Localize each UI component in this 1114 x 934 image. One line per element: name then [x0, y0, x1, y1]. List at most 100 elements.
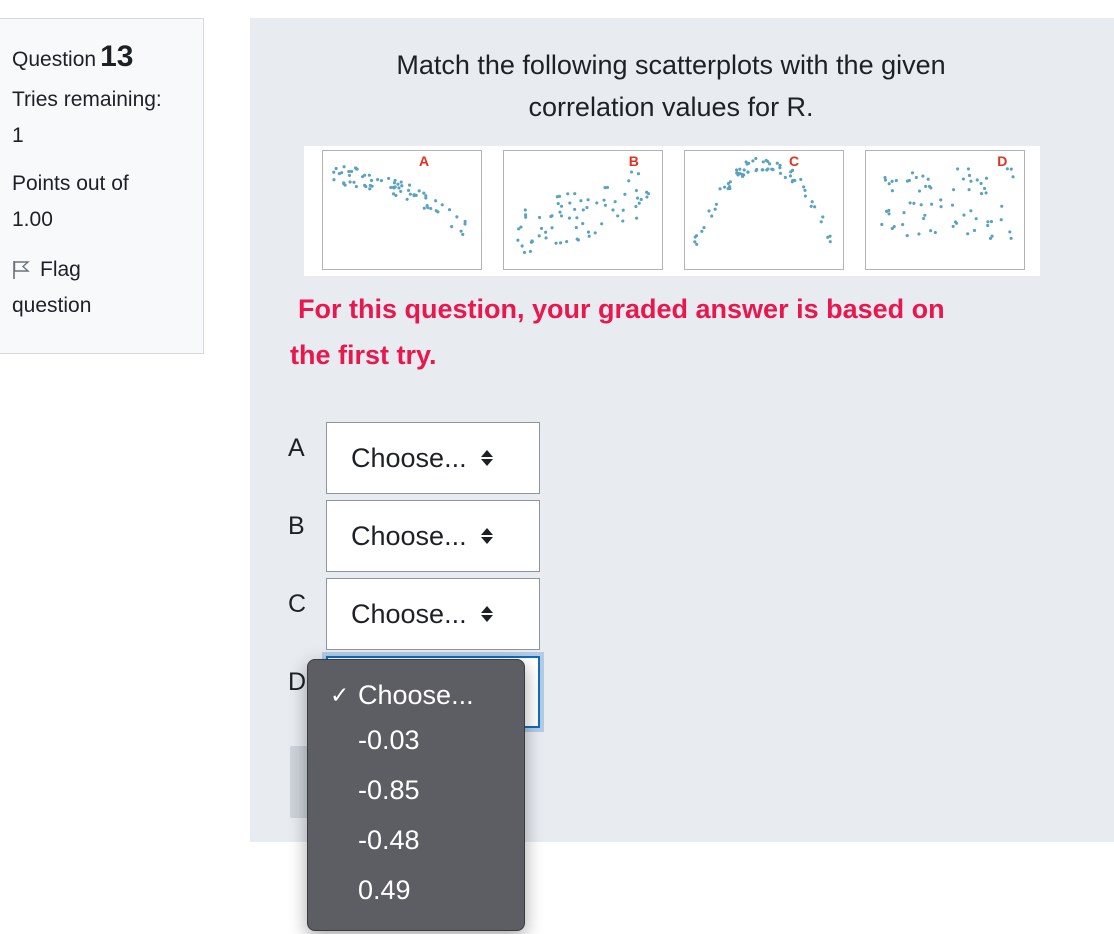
scatter-point [744, 160, 748, 164]
points-value: 1.00 [12, 208, 53, 231]
scatter-point [826, 235, 830, 239]
scatter-point [394, 193, 398, 198]
scatter-point [613, 200, 617, 204]
scatter-point [917, 189, 922, 193]
scatter-point [755, 167, 759, 172]
scatter-point [639, 197, 643, 202]
scatter-point [746, 170, 750, 174]
scatter-point [634, 204, 638, 209]
scatter-point [559, 204, 564, 208]
scatter-point [349, 169, 354, 174]
scatter-point [707, 209, 711, 213]
scatter-point [573, 192, 577, 196]
scatter-point [429, 206, 433, 211]
answer-row-b: B Choose... [288, 500, 540, 572]
scatter-point [603, 203, 607, 207]
scatter-point [809, 204, 813, 208]
scatter-point [754, 156, 758, 161]
scatter-point [585, 205, 589, 210]
scatter-point [399, 189, 403, 193]
scatter-point [961, 177, 965, 181]
dropdown-option[interactable]: ✓ Choose... [308, 672, 524, 716]
answer-select-c[interactable]: Choose... [326, 578, 540, 650]
scatter-point [819, 220, 823, 224]
scatter-point [544, 230, 548, 234]
scatter-point [917, 232, 921, 236]
scatter-point [929, 186, 933, 190]
scatter-point [595, 201, 599, 205]
dropdown-option[interactable]: 0.49 [308, 866, 524, 916]
scatter-point [718, 187, 722, 191]
scatter-point [901, 222, 905, 227]
answer-select-b[interactable]: Choose... [326, 500, 540, 572]
scatter-point [921, 216, 926, 221]
scatter-point [447, 208, 452, 212]
scatter-point [966, 167, 970, 171]
scatterplot-label: D [997, 153, 1008, 169]
scatter-point [813, 205, 817, 209]
scatter-point [354, 185, 358, 189]
checkmark-icon: ✓ [330, 682, 350, 708]
flag-question-button[interactable]: Flag [12, 252, 203, 288]
scatter-point [559, 214, 564, 218]
scatter-point [788, 174, 793, 178]
scatter-point [775, 161, 779, 165]
scatter-point [969, 209, 973, 213]
dropdown-option[interactable]: -0.85 [308, 766, 524, 816]
scatter-point [566, 192, 570, 196]
scatter-point [722, 185, 727, 189]
answer-label: A [288, 434, 305, 462]
scatter-point [912, 201, 916, 205]
scatter-point [376, 178, 380, 182]
scatter-point [790, 168, 795, 172]
scatter-point [600, 222, 604, 226]
scatter-point [783, 175, 787, 180]
scatter-point [984, 191, 988, 195]
scatter-point [761, 160, 765, 164]
flag-icon [13, 261, 30, 279]
scatter-point [803, 194, 807, 198]
dropdown-option-label: -0.48 [358, 825, 420, 855]
scatter-point [605, 185, 610, 190]
scatter-point [354, 166, 358, 170]
scatter-point [581, 208, 585, 212]
scatter-point [1000, 204, 1004, 208]
answer-select-a[interactable]: Choose... [326, 422, 540, 494]
scatter-point [522, 250, 527, 255]
dropdown-option-label: -0.03 [358, 725, 420, 755]
scatter-point [735, 171, 739, 175]
scatter-point [910, 171, 915, 175]
scatter-point [984, 176, 989, 180]
scatter-point [950, 203, 955, 207]
scatter-point [565, 239, 569, 244]
scatter-point [581, 221, 585, 226]
scatter-point [969, 179, 973, 183]
scatter-point [802, 185, 806, 189]
prompt-line-1: Match the following scatterplots with th… [396, 50, 946, 80]
answer-label: C [288, 590, 307, 618]
scatter-point [332, 170, 336, 174]
scatter-point [710, 214, 714, 218]
prompt-line-2: correlation values for R. [528, 92, 814, 122]
scatter-point [778, 166, 782, 170]
scatter-point [393, 178, 397, 182]
dropdown-option[interactable]: -0.48 [308, 816, 524, 866]
scatter-point [412, 194, 416, 198]
scatter-point [463, 222, 467, 226]
scatter-point [694, 234, 699, 238]
scatter-point [406, 188, 411, 193]
scatter-point [544, 236, 548, 240]
scatter-point [623, 192, 627, 196]
scatter-point [363, 183, 367, 187]
scatter-point [951, 224, 955, 228]
dropdown-option[interactable]: -0.03 [308, 716, 524, 766]
scatter-point [930, 202, 934, 206]
scatter-point [740, 174, 745, 179]
scatter-point [956, 167, 960, 171]
scatter-point [340, 171, 344, 175]
scatter-point [616, 214, 620, 218]
scatter-point [695, 242, 699, 246]
scatter-point [332, 178, 336, 182]
scatter-point [586, 230, 591, 234]
scatter-point [575, 216, 579, 220]
